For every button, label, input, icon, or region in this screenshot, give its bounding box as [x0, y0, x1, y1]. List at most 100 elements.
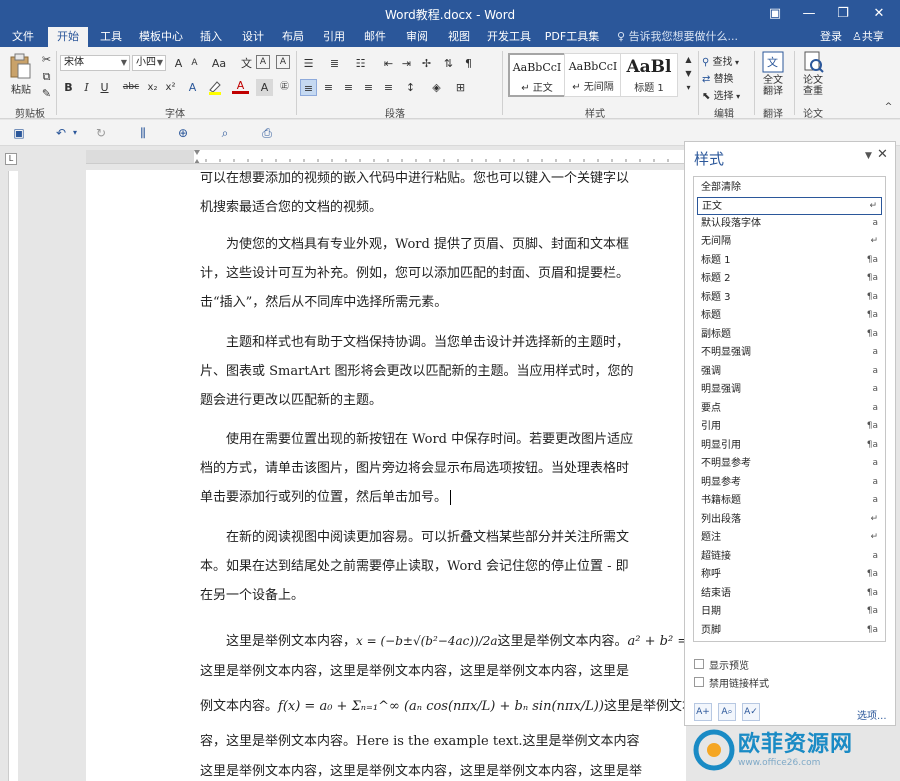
close-button[interactable]: ✕ — [862, 0, 896, 27]
paste-button[interactable]: 粘贴 — [8, 81, 34, 96]
collapse-ribbon-icon[interactable]: ^ — [880, 99, 897, 116]
superscript-button[interactable]: x² — [162, 79, 179, 96]
highlight-icon[interactable] — [206, 79, 223, 96]
circle-char-icon[interactable]: ㊣ — [276, 79, 293, 96]
style-item[interactable]: 标题 1 ¶a — [697, 252, 882, 270]
chinese-layout-icon[interactable]: ✢ — [418, 55, 435, 72]
grow-font-button[interactable]: A — [170, 55, 187, 72]
style-item[interactable]: 结束语 ¶a — [697, 585, 882, 603]
horizontal-ruler[interactable] — [86, 150, 686, 164]
cut-icon[interactable]: ✂ — [38, 51, 55, 68]
bullets-icon[interactable]: ☰ — [300, 55, 317, 72]
columns-icon[interactable]: ⫼ — [134, 124, 152, 142]
style-normal[interactable]: AaBbCcI ↵ 正文 — [508, 53, 566, 97]
style-item[interactable]: 明显强调 a — [697, 381, 882, 399]
translate-icon[interactable]: 文 — [762, 51, 784, 73]
print-icon[interactable]: ⎙ — [258, 124, 276, 142]
change-case-button[interactable]: Aa — [208, 55, 230, 72]
style-no-spacing[interactable]: AaBbCcI ↵ 无间隔 — [564, 53, 622, 97]
distributed-button[interactable]: ≡ — [380, 79, 397, 96]
paper-check-icon[interactable] — [802, 51, 824, 73]
font-size-select[interactable]: 小四 ▼ — [132, 55, 166, 71]
sign-in-link[interactable]: 登录 — [820, 27, 842, 47]
shrink-font-button[interactable]: A — [186, 55, 203, 72]
translate-button[interactable]: 全文 翻译 — [758, 75, 788, 97]
style-item[interactable]: 副标题 ¶a — [697, 326, 882, 344]
undo-dropdown-icon[interactable]: ▾ — [66, 124, 84, 142]
tab-templates[interactable]: 模板中心 — [134, 27, 188, 47]
strikethrough-button[interactable]: abc — [120, 79, 142, 96]
close-icon[interactable]: ✕ — [877, 147, 888, 162]
enclose-char-icon[interactable]: A — [276, 55, 290, 69]
tab-review[interactable]: 审阅 — [398, 27, 436, 47]
style-item[interactable]: 明显参考 a — [697, 474, 882, 492]
style-item[interactable]: 要点 a — [697, 400, 882, 418]
tab-home[interactable]: 开始 — [48, 27, 88, 47]
tell-me-box[interactable]: ♀ 告诉我您想要做什么... — [617, 27, 738, 47]
style-item[interactable]: 日期 ¶a — [697, 603, 882, 621]
style-item[interactable]: 标题 ¶a — [697, 307, 882, 325]
style-item[interactable]: 强调 a — [697, 363, 882, 381]
document-page[interactable]: 可以在想要添加的视频的嵌入代码中进行粘贴。您也可以键入一个关键字以 机搜索最适合… — [86, 170, 686, 781]
ribbon-display-icon[interactable]: ▣ — [758, 0, 792, 27]
style-item-normal[interactable]: 正文 ↵ — [697, 197, 882, 215]
style-item[interactable]: 超链接 a — [697, 548, 882, 566]
print-preview-icon[interactable]: ⌕ — [216, 124, 234, 142]
sort-icon[interactable]: ⇅ — [440, 55, 457, 72]
italic-button[interactable]: I — [78, 79, 95, 96]
pane-options-icon[interactable]: ▼ — [865, 151, 872, 161]
select-button[interactable]: ⬉ 选择 ▾ — [702, 87, 740, 102]
tab-view[interactable]: 视图 — [440, 27, 478, 47]
align-left-button[interactable]: ≡ — [300, 79, 317, 96]
underline-button[interactable]: U — [96, 79, 113, 96]
phonetic-guide-icon[interactable]: 文 — [238, 55, 255, 72]
tab-references[interactable]: 引用 — [315, 27, 353, 47]
style-item[interactable]: 引用 ¶a — [697, 418, 882, 436]
style-item[interactable]: 列出段落 ↵ — [697, 511, 882, 529]
disable-linked-checkbox[interactable] — [694, 677, 704, 687]
font-family-select[interactable]: 宋体 ▼ — [60, 55, 130, 71]
web-layout-icon[interactable]: ⊕ — [174, 124, 192, 142]
style-heading-1[interactable]: AaBl 标题 1 — [620, 53, 678, 97]
find-button[interactable]: ⚲ 查找 ▾ — [702, 53, 739, 68]
shading-icon[interactable]: ◈ — [428, 79, 445, 96]
line-spacing-icon[interactable]: ↕ — [402, 79, 419, 96]
format-painter-icon[interactable]: ✎ — [38, 85, 55, 102]
paste-icon[interactable] — [8, 53, 32, 79]
subscript-button[interactable]: x₂ — [144, 79, 161, 96]
numbering-icon[interactable]: ≣ — [326, 55, 343, 72]
font-color-icon[interactable]: A — [232, 79, 249, 94]
bold-button[interactable]: B — [60, 79, 77, 96]
tab-selector-icon[interactable]: L — [5, 153, 17, 165]
tab-pdf-tools[interactable]: PDF工具集 — [540, 27, 604, 47]
style-item[interactable]: 不明显强调 a — [697, 344, 882, 362]
justify-button[interactable]: ≡ — [360, 79, 377, 96]
borders-icon[interactable]: ⊞ — [452, 79, 469, 96]
style-item[interactable]: 默认段落字体 a — [697, 215, 882, 233]
style-item[interactable]: 不明显参考 a — [697, 455, 882, 473]
minimize-button[interactable]: — — [792, 0, 826, 27]
increase-indent-icon[interactable]: ⇥ — [398, 55, 415, 72]
align-right-button[interactable]: ≡ — [340, 79, 357, 96]
tab-file[interactable]: 文件 — [4, 27, 42, 47]
tab-tools[interactable]: 工具 — [92, 27, 130, 47]
copy-icon[interactable]: ⧉ — [38, 68, 55, 85]
share-button[interactable]: ♙共享 — [852, 27, 884, 47]
style-item[interactable]: 称呼 ¶a — [697, 566, 882, 584]
tab-design[interactable]: 设计 — [234, 27, 272, 47]
style-item[interactable]: 标题 2 ¶a — [697, 270, 882, 288]
tab-insert[interactable]: 插入 — [192, 27, 230, 47]
text-effects-icon[interactable]: A — [184, 79, 201, 96]
decrease-indent-icon[interactable]: ⇤ — [380, 55, 397, 72]
show-marks-icon[interactable]: ¶ — [460, 55, 477, 72]
tab-developer[interactable]: 开发工具 — [482, 27, 536, 47]
align-center-button[interactable]: ≡ — [320, 79, 337, 96]
char-shading-icon[interactable]: A — [256, 79, 273, 96]
style-item-clear-all[interactable]: 全部清除 — [697, 179, 882, 197]
style-item[interactable]: 页脚 ¶a — [697, 622, 882, 640]
tab-layout[interactable]: 布局 — [274, 27, 312, 47]
restore-button[interactable]: ❐ — [826, 0, 860, 27]
style-item[interactable]: 明显引用 ¶a — [697, 437, 882, 455]
redo-icon[interactable]: ↻ — [92, 124, 110, 142]
multilevel-list-icon[interactable]: ☷ — [352, 55, 369, 72]
